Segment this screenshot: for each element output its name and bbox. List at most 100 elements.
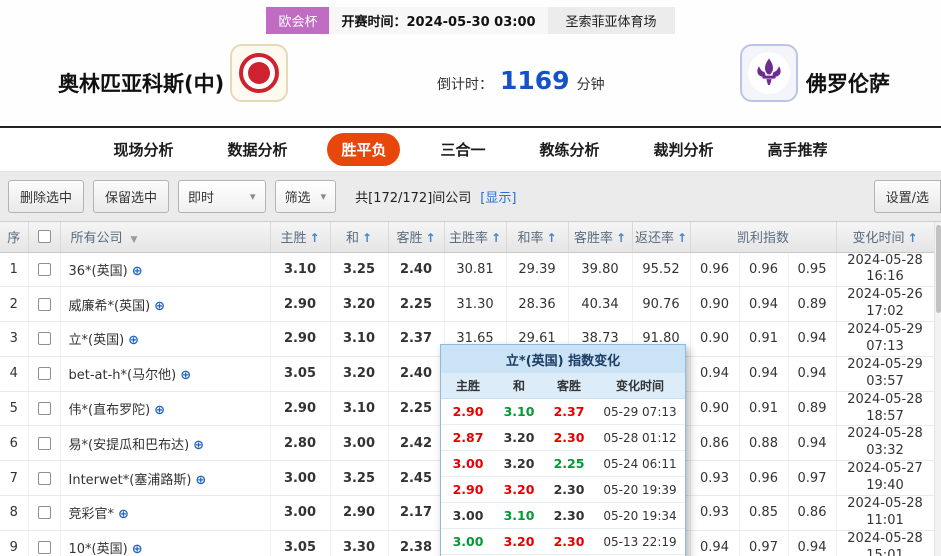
filter-dropdown[interactable]: 筛选 ▾ bbox=[274, 180, 337, 213]
odds-value[interactable]: 3.00 bbox=[330, 425, 389, 462]
col-select-all bbox=[28, 222, 61, 253]
col-home-rate[interactable]: 主胜率 ↑ bbox=[444, 222, 507, 253]
scrollbar-thumb[interactable] bbox=[936, 225, 941, 313]
company-info-icon[interactable]: ⊕ bbox=[193, 438, 204, 453]
col-draw-rate-label: 和率 bbox=[517, 231, 544, 247]
company-info-icon[interactable]: ⊕ bbox=[118, 507, 129, 522]
col-draw-rate[interactable]: 和率 ↑ bbox=[506, 222, 569, 253]
odds-value[interactable]: 3.05 bbox=[270, 530, 331, 556]
select-all-checkbox[interactable] bbox=[37, 230, 51, 244]
company-name[interactable]: bet-at-h*(马尔他) bbox=[69, 368, 177, 383]
tab-3[interactable]: 胜平负 bbox=[327, 133, 401, 166]
row-checkbox[interactable] bbox=[37, 262, 51, 276]
tab-4[interactable]: 三合一 bbox=[426, 133, 499, 166]
popup-row: 2.90 3.10 2.37 05-29 07:13 bbox=[441, 398, 685, 425]
odds-value[interactable]: 3.20 bbox=[330, 286, 389, 323]
change-time: 2024-05-28 11:01 bbox=[836, 495, 935, 531]
keep-selected-button[interactable]: 保留选中 bbox=[93, 180, 170, 213]
tab-6[interactable]: 裁判分析 bbox=[640, 133, 728, 166]
odds-value[interactable]: 2.25 bbox=[388, 286, 445, 323]
col-company[interactable]: 所有公司 ▼ bbox=[60, 222, 271, 253]
odds-value[interactable]: 2.45 bbox=[388, 460, 445, 496]
row-checkbox[interactable] bbox=[37, 541, 51, 555]
odds-value[interactable]: 3.25 bbox=[330, 460, 389, 496]
company-name[interactable]: 立*(英国) bbox=[69, 333, 125, 348]
change-time: 2024-05-28 18:57 bbox=[836, 391, 935, 427]
popup-odds-value: 3.20 bbox=[495, 528, 543, 555]
row-checkbox[interactable] bbox=[37, 506, 51, 520]
odds-value[interactable]: 3.25 bbox=[330, 252, 389, 288]
odds-value[interactable]: 3.05 bbox=[270, 356, 331, 392]
odds-value[interactable]: 3.10 bbox=[330, 391, 389, 427]
company-name[interactable]: 威廉希*(英国) bbox=[69, 299, 151, 314]
company-name[interactable]: Interwet*(塞浦路斯) bbox=[69, 473, 192, 488]
odds-value[interactable]: 2.90 bbox=[270, 391, 331, 427]
col-kelly[interactable]: 凯利指数 bbox=[690, 222, 837, 253]
odds-value[interactable]: 2.42 bbox=[388, 425, 445, 462]
tab-2[interactable]: 数据分析 bbox=[213, 133, 301, 166]
change-date-line: 2024-05-29 bbox=[847, 322, 923, 338]
company-info-icon[interactable]: ⊕ bbox=[132, 542, 143, 556]
col-away-rate[interactable]: 客胜率 ↑ bbox=[568, 222, 633, 253]
odds-value[interactable]: 3.10 bbox=[330, 321, 389, 357]
odds-value[interactable]: 2.17 bbox=[388, 495, 445, 531]
odds-value[interactable]: 3.00 bbox=[270, 460, 331, 496]
odds-value[interactable]: 2.90 bbox=[270, 321, 331, 357]
odds-value[interactable]: 2.80 bbox=[270, 425, 331, 462]
company-info-icon[interactable]: ⊕ bbox=[128, 333, 139, 348]
row-checkbox[interactable] bbox=[37, 332, 51, 346]
row-checkbox[interactable] bbox=[37, 471, 51, 485]
odds-value[interactable]: 2.25 bbox=[388, 391, 445, 427]
delete-selected-button[interactable]: 删除选中 bbox=[8, 180, 85, 213]
odds-value[interactable]: 2.40 bbox=[388, 252, 445, 288]
col-draw[interactable]: 和 ↑ bbox=[330, 222, 389, 253]
company-name[interactable]: 伟*(直布罗陀) bbox=[69, 403, 151, 418]
col-home-win[interactable]: 主胜 ↑ bbox=[270, 222, 331, 253]
odds-value[interactable]: 3.20 bbox=[330, 356, 389, 392]
row-number: 7 bbox=[0, 460, 29, 496]
row-checkbox[interactable] bbox=[37, 402, 51, 416]
show-link[interactable]: [显示] bbox=[480, 187, 516, 206]
company-info-icon[interactable]: ⊕ bbox=[154, 403, 165, 418]
kelly-value: 0.94 bbox=[690, 356, 740, 392]
company-name[interactable]: 36*(英国) bbox=[69, 264, 128, 279]
odds-value[interactable]: 2.40 bbox=[388, 356, 445, 392]
row-checkbox[interactable] bbox=[37, 297, 51, 311]
company-name[interactable]: 10*(英国) bbox=[69, 542, 128, 556]
countdown-unit: 分钟 bbox=[576, 77, 605, 93]
company-info-icon[interactable]: ⊕ bbox=[195, 473, 206, 488]
company-filter-icon[interactable]: ▼ bbox=[131, 235, 138, 245]
popup-odds-value: 2.87 bbox=[441, 424, 495, 451]
popup-odds-value: 3.00 bbox=[441, 450, 495, 477]
change-date-line: 2024-05-27 bbox=[847, 461, 923, 477]
change-time-line: 11:01 bbox=[866, 512, 904, 528]
odds-value[interactable]: 2.38 bbox=[388, 530, 445, 556]
instant-dropdown[interactable]: 即时 ▾ bbox=[178, 180, 266, 213]
odds-value[interactable]: 3.10 bbox=[270, 252, 331, 288]
tab-5[interactable]: 教练分析 bbox=[526, 133, 614, 166]
company-info-icon[interactable]: ⊕ bbox=[180, 368, 191, 383]
company-info-icon[interactable]: ⊕ bbox=[154, 299, 165, 314]
company-info-icon[interactable]: ⊕ bbox=[132, 264, 143, 279]
vertical-scrollbar[interactable] bbox=[934, 222, 941, 556]
sort-asc-icon: ↑ bbox=[309, 231, 320, 246]
odds-value[interactable]: 3.30 bbox=[330, 530, 389, 556]
col-away-win[interactable]: 客胜 ↑ bbox=[388, 222, 445, 253]
sort-asc-icon: ↑ bbox=[615, 231, 627, 246]
company-name[interactable]: 易*(安提瓜和巴布达) bbox=[69, 438, 190, 453]
company-name[interactable]: 竞彩官* bbox=[69, 507, 115, 522]
col-payout-rate[interactable]: 返还率 ↑ bbox=[632, 222, 691, 253]
row-checkbox[interactable] bbox=[37, 367, 51, 381]
col-change-time[interactable]: 变化时间 ↑ bbox=[836, 222, 935, 253]
tab-7[interactable]: 高手推荐 bbox=[754, 133, 842, 166]
change-time: 2024-05-28 16:16 bbox=[836, 252, 935, 288]
kelly-value: 0.89 bbox=[788, 391, 837, 427]
odds-value[interactable]: 3.00 bbox=[270, 495, 331, 531]
tab-1[interactable]: 现场分析 bbox=[99, 133, 187, 166]
odds-value[interactable]: 2.90 bbox=[330, 495, 389, 531]
odds-value[interactable]: 2.37 bbox=[388, 321, 445, 357]
odds-value[interactable]: 2.90 bbox=[270, 286, 331, 323]
row-checkbox[interactable] bbox=[37, 436, 51, 450]
settings-button[interactable]: 设置/选 bbox=[873, 180, 941, 213]
row-number: 9 bbox=[0, 530, 29, 556]
